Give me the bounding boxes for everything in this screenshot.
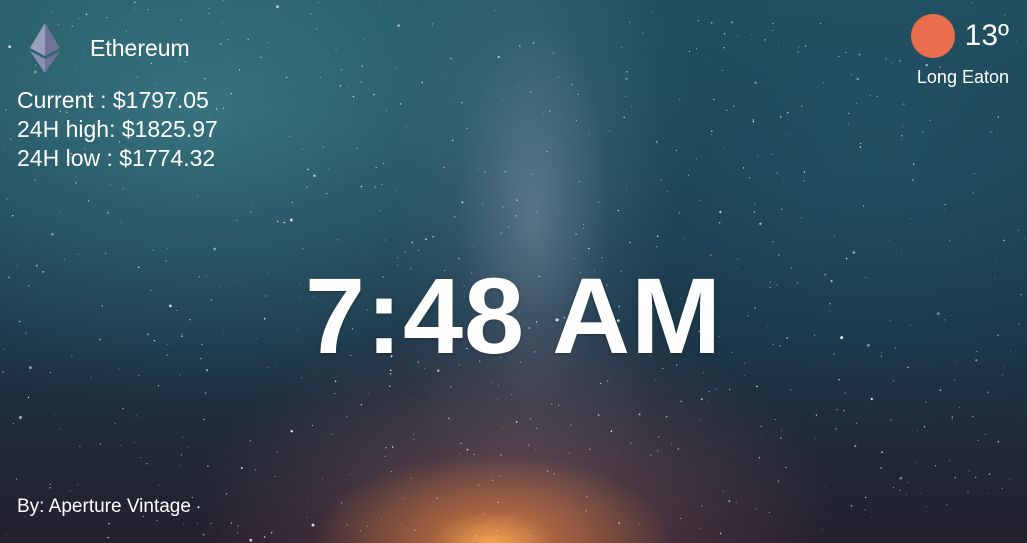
- crypto-header: Ethereum: [17, 22, 218, 74]
- crypto-current-price: Current : $1797.05: [17, 87, 209, 113]
- sun-icon: [910, 14, 955, 58]
- weather-summary: 13º: [910, 14, 1009, 58]
- ethereum-icon: [30, 23, 60, 73]
- crypto-prices: Current : $1797.05 24H high: $1825.97 24…: [17, 86, 218, 173]
- dashboard: Ethereum Current : $1797.05 24H high: $1…: [0, 0, 1027, 543]
- clock-time: 7:48 AM: [304, 255, 723, 376]
- crypto-24h-high: 24H high: $1825.97: [17, 116, 218, 142]
- photo-credit: By: Aperture Vintage: [17, 496, 191, 517]
- weather-widget: 13º Long Eaton: [910, 14, 1009, 87]
- weather-location: Long Eaton: [916, 67, 1009, 87]
- crypto-widget: Ethereum Current : $1797.05 24H high: $1…: [17, 22, 218, 173]
- crypto-name: Ethereum: [90, 34, 190, 61]
- crypto-24h-low: 24H low : $1774.32: [17, 145, 216, 171]
- temperature: 13º: [964, 19, 1009, 52]
